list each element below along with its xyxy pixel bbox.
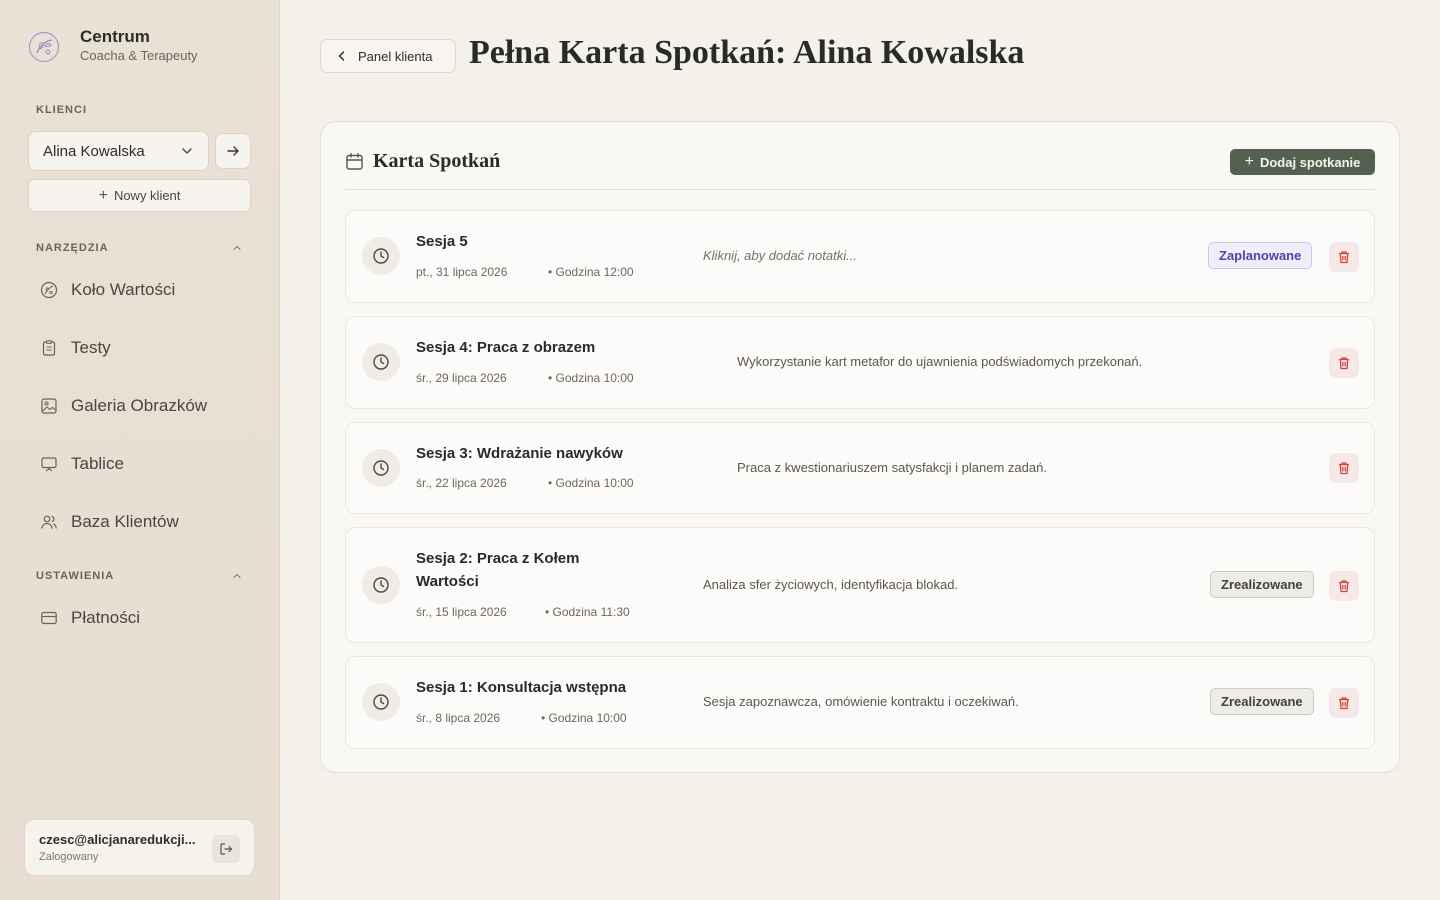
clock-icon [362,237,400,275]
session-date: śr., 22 lipca 2026 [416,476,507,490]
brand[interactable]: Centrum Coacha & Terapeuty [28,28,198,66]
delete-session-button[interactable] [1329,688,1359,718]
trash-icon [1339,357,1349,370]
nav-item-label: Koło Wartości [71,280,176,299]
board-icon [41,457,57,472]
session-date: śr., 29 lipca 2026 [416,371,507,385]
session-time: • Godzina 11:30 [545,605,630,619]
delete-session-button[interactable] [1329,242,1359,272]
nav-item-label: Tablice [71,454,124,473]
clock-icon [362,566,400,604]
chevron-down-icon [182,148,192,154]
brand-logo-icon [28,31,60,63]
session-time: • Godzina 12:00 [548,265,634,279]
session-date: pt., 31 lipca 2026 [416,265,508,279]
session-note[interactable]: Analiza sfer życiowych, identyfikacja bl… [703,577,958,592]
nav-item-label: Baza Klientów [71,512,179,531]
client-select-value: Alina Kowalska [43,142,145,160]
plus-icon: + [98,186,108,204]
credit-card-icon [41,611,57,625]
trash-icon [1339,697,1349,710]
new-client-label: Nowy klient [113,188,181,203]
add-meeting-label: Dodaj spotkanie [1259,154,1361,170]
nav-item-tablice[interactable]: Tablice [40,449,124,479]
clock-icon [362,343,400,381]
card-title: Karta Spotkań [345,150,500,173]
session-time: • Godzina 10:00 [548,371,634,385]
chevron-left-icon [338,51,345,61]
image-icon [41,398,57,414]
session-time: • Godzina 10:00 [548,476,634,490]
client-select[interactable]: Alina Kowalska [28,131,209,171]
user-status: Zalogowany [39,851,99,863]
arrow-right-icon [227,146,239,156]
nav-item-label: Płatności [71,608,140,627]
session-note-placeholder[interactable]: Kliknij, aby dodać notatki... [703,248,857,263]
session-row[interactable]: Sesja 2: Praca z Kołem Wartości śr., 15 … [345,527,1375,643]
clock-icon [362,683,400,721]
sidebar: Centrum Coacha & Terapeuty KLIENCI Alina… [0,0,280,900]
status-badge-planned: Zaplanowane [1208,242,1313,269]
nav-item-label: Galeria Obrazków [71,396,208,415]
page-title-client: Alina Kowalska [792,34,1025,71]
session-title: Sesja 5 [416,233,468,250]
delete-session-button[interactable] [1329,348,1359,378]
page-title: Pełna Karta Spotkań: Alina Kowalska [469,34,1024,72]
calendar-icon [346,153,363,170]
session-time: • Godzina 10:00 [541,711,627,725]
session-title: Sesja 2: Praca z Kołem Wartości [416,550,580,590]
users-icon [41,515,57,529]
nav-item-label: Testy [71,338,111,357]
back-button-label: Panel klienta [358,48,433,64]
session-row[interactable]: Sesja 1: Konsultacja wstępna śr., 8 lipc… [345,656,1375,749]
nav-item-galeria[interactable]: Galeria Obrazków [40,391,207,421]
session-row[interactable]: Sesja 5 pt., 31 lipca 2026 • Godzina 12:… [345,210,1375,303]
trash-icon [1339,462,1349,475]
nav-item-platnosci[interactable]: Płatności [40,603,140,633]
brand-subtitle: Coacha & Terapeuty [80,48,198,63]
chevron-up-icon[interactable] [230,569,244,583]
user-card: czesc@alicjanaredukcji... Zalogowany [24,819,255,876]
wheel-icon [40,281,58,299]
card-header: Karta Spotkań + Dodaj spotkanie [345,148,1375,190]
status-badge-done: Zrealizowane [1210,571,1314,598]
settings-section-label: USTAWIENIA [36,570,115,582]
logout-icon [220,843,233,855]
delete-session-button[interactable] [1329,571,1359,601]
session-note[interactable]: Wykorzystanie kart metafor do ujawnienia… [737,354,1142,369]
session-title: Sesja 1: Konsultacja wstępna [416,679,627,696]
nav-item-testy[interactable]: Testy [40,333,111,363]
meetings-card: Karta Spotkań + Dodaj spotkanie Sesja 5 … [320,121,1400,773]
clipboard-icon [42,340,56,356]
back-to-client-panel-button[interactable]: Panel klienta [320,39,456,73]
session-row[interactable]: Sesja 4: Praca z obrazem śr., 29 lipca 2… [345,316,1375,409]
session-title: Sesja 3: Wdrażanie nawyków [416,445,623,462]
logout-button[interactable] [212,835,240,863]
session-title: Sesja 4: Praca z obrazem [416,339,596,356]
clock-icon [362,449,400,487]
session-row[interactable]: Sesja 3: Wdrażanie nawyków śr., 22 lipca… [345,422,1375,514]
trash-icon [1339,580,1349,593]
new-client-button[interactable]: + Nowy klient [28,179,251,212]
nav-item-baza-klientow[interactable]: Baza Klientów [40,507,179,537]
session-note[interactable]: Sesja zapoznawcza, omówienie kontraktu i… [703,694,1019,709]
page-title-main: Pełna Karta Spotkań: [469,34,787,71]
nav-item-kolo-wartosci[interactable]: Koło Wartości [40,275,175,305]
session-date: śr., 15 lipca 2026 [416,605,507,619]
clients-section-label: KLIENCI [36,104,87,116]
brand-title: Centrum [80,27,150,46]
tools-section-label: NARZĘDZIA [36,242,109,254]
chevron-up-icon[interactable] [230,241,244,255]
session-note[interactable]: Praca z kwestionariuszem satysfakcji i p… [737,460,1047,475]
open-client-button[interactable] [215,133,251,169]
status-badge-done: Zrealizowane [1210,688,1314,715]
add-meeting-button[interactable]: + Dodaj spotkanie [1230,149,1375,175]
trash-icon [1339,251,1349,264]
plus-icon: + [1244,153,1254,170]
delete-session-button[interactable] [1329,453,1359,483]
session-date: śr., 8 lipca 2026 [416,711,501,725]
card-title-text: Karta Spotkań [373,150,501,172]
user-email: czesc@alicjanaredukcji... [39,832,196,847]
